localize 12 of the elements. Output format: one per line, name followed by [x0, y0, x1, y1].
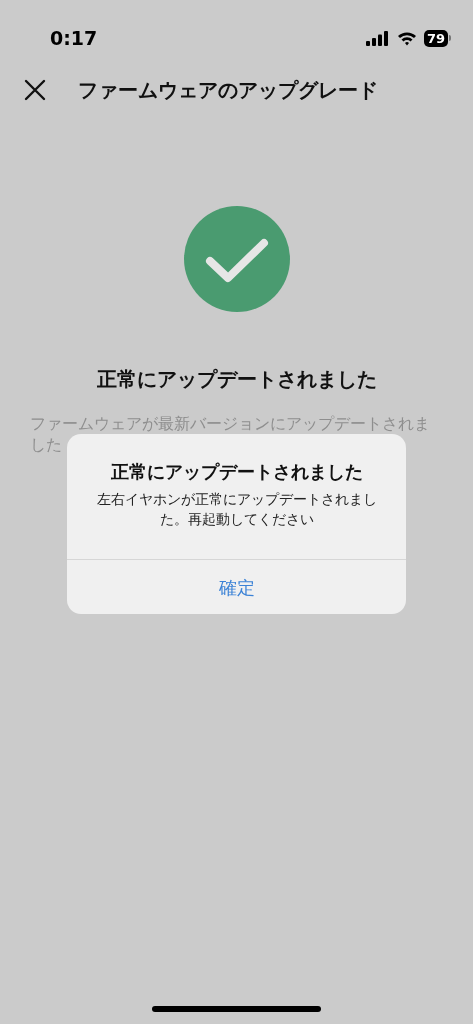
- close-icon[interactable]: [24, 79, 46, 101]
- status-time: 0:17: [50, 25, 98, 51]
- success-description: ファームウェアが最新バージョンにアップデートされました: [30, 414, 431, 456]
- page-title: ファームウェアのアップグレード: [78, 77, 378, 104]
- success-heading: 正常にアップデートされました: [96, 366, 377, 393]
- signal-icon: [365, 30, 390, 46]
- success-check-icon: [183, 206, 290, 312]
- confirm-button[interactable]: 確定: [67, 560, 406, 614]
- wifi-icon: [396, 30, 417, 46]
- dialog-message: 左右イヤホンが正常にアップデートされました。再起動してください: [95, 490, 378, 529]
- dialog-title: 正常にアップデートされました: [109, 460, 364, 484]
- battery-level: 79: [423, 29, 448, 47]
